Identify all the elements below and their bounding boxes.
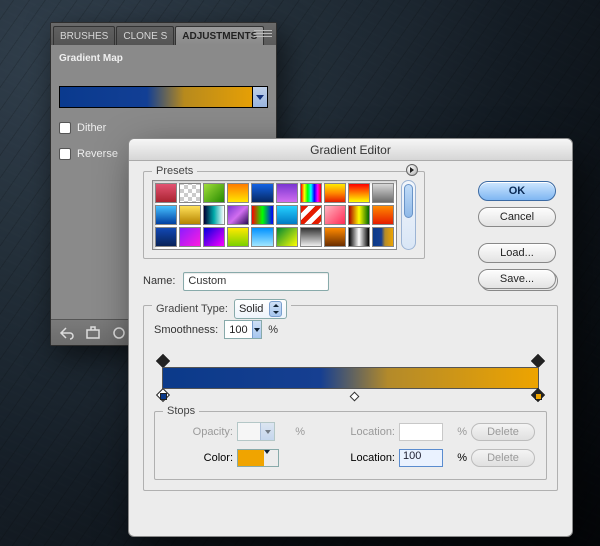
preset-scrollbar[interactable] <box>401 180 416 250</box>
preset-swatch[interactable] <box>300 205 322 225</box>
percent-label: % <box>295 426 309 438</box>
preset-swatch[interactable] <box>372 205 394 225</box>
preset-swatch[interactable] <box>324 227 346 247</box>
gradient-type-fieldset: Gradient Type: Solid Smoothness: 100 % <box>143 305 558 491</box>
preset-swatch[interactable] <box>348 183 370 203</box>
color-picker[interactable] <box>237 449 279 467</box>
percent-label: % <box>268 324 278 336</box>
smoothness-label: Smoothness: <box>154 324 218 336</box>
reverse-label: Reverse <box>77 148 118 160</box>
ok-button[interactable]: OK <box>478 181 556 201</box>
panel-menu-icon[interactable] <box>254 26 272 40</box>
preset-swatch[interactable] <box>227 227 249 247</box>
gradient-editor-dialog: Gradient Editor Presets OK Cancel Load..… <box>128 138 573 537</box>
stops-fieldset: Stops Opacity: % Location: % Delete Colo… <box>154 411 547 480</box>
delete-opacity-stop-button: Delete <box>471 423 535 441</box>
preset-grid <box>152 180 397 250</box>
color-location-input[interactable]: 100 <box>399 449 443 467</box>
preset-swatch[interactable] <box>251 183 273 203</box>
midpoint-icon[interactable] <box>349 392 359 402</box>
reverse-checkbox[interactable] <box>59 148 71 160</box>
gradient-bar[interactable] <box>154 357 547 401</box>
color-stop-selected[interactable] <box>533 390 543 402</box>
percent-label: % <box>457 452 471 464</box>
gradient-type-label: Gradient Type: <box>156 303 228 315</box>
opacity-location-input <box>399 423 443 441</box>
preset-swatch[interactable] <box>276 205 298 225</box>
opacity-input <box>237 422 275 441</box>
dither-checkbox[interactable] <box>59 122 71 134</box>
preset-swatch[interactable] <box>324 205 346 225</box>
color-stop[interactable] <box>158 390 168 402</box>
tab-clone-source[interactable]: CLONE S <box>116 26 174 45</box>
stops-legend: Stops <box>163 405 199 417</box>
preset-swatch[interactable] <box>179 183 201 203</box>
preset-swatch[interactable] <box>251 205 273 225</box>
dither-label: Dither <box>77 122 106 134</box>
preset-swatch[interactable] <box>227 183 249 203</box>
cancel-button[interactable]: Cancel <box>478 207 556 227</box>
chevron-down-icon[interactable] <box>264 450 278 466</box>
chevron-down-icon[interactable] <box>252 321 262 338</box>
preset-swatch[interactable] <box>276 183 298 203</box>
tab-adjustments[interactable]: ADJUSTMENTS <box>175 26 264 45</box>
opacity-location-label: Location: <box>339 426 399 438</box>
panel-tabs: BRUSHES CLONE S ADJUSTMENTS <box>51 23 276 45</box>
preset-swatch[interactable] <box>372 227 394 247</box>
preset-swatch[interactable] <box>372 183 394 203</box>
preset-swatch[interactable] <box>300 183 322 203</box>
smoothness-input[interactable]: 100 <box>224 320 262 339</box>
smoothness-value: 100 <box>225 324 251 336</box>
stepper-icon <box>269 301 282 317</box>
preset-swatch[interactable] <box>348 205 370 225</box>
preset-swatch[interactable] <box>179 205 201 225</box>
preset-swatch[interactable] <box>179 227 201 247</box>
preset-swatch[interactable] <box>348 227 370 247</box>
gradient-map-preview[interactable] <box>59 86 268 108</box>
opacity-label: Opacity: <box>167 426 237 438</box>
color-label: Color: <box>167 452 237 464</box>
preset-swatch[interactable] <box>300 227 322 247</box>
expand-icon[interactable] <box>85 325 101 341</box>
color-swatch <box>238 450 264 466</box>
clip-icon[interactable] <box>111 325 127 341</box>
preset-swatch[interactable] <box>203 205 225 225</box>
gradient-type-select[interactable]: Solid <box>234 299 287 319</box>
dialog-title: Gradient Editor <box>129 139 572 161</box>
percent-label: % <box>457 426 471 438</box>
color-location-label: Location: <box>339 452 399 464</box>
preset-swatch[interactable] <box>155 227 177 247</box>
presets-flyout-icon[interactable] <box>406 164 418 176</box>
gradient-dropdown-icon[interactable] <box>252 87 267 107</box>
preset-swatch[interactable] <box>324 183 346 203</box>
preset-swatch[interactable] <box>203 227 225 247</box>
presets-fieldset: Presets <box>143 171 425 259</box>
preset-swatch[interactable] <box>276 227 298 247</box>
preset-swatch[interactable] <box>227 205 249 225</box>
preset-swatch[interactable] <box>251 227 273 247</box>
delete-color-stop-button[interactable]: Delete <box>471 449 535 467</box>
load-button[interactable]: Load... <box>478 243 556 263</box>
presets-legend: Presets <box>152 165 197 177</box>
save-button[interactable]: Save... <box>478 269 556 289</box>
preset-swatch[interactable] <box>155 205 177 225</box>
tab-brushes[interactable]: BRUSHES <box>53 26 115 45</box>
preset-swatch[interactable] <box>155 183 177 203</box>
back-icon[interactable] <box>59 325 75 341</box>
name-input[interactable]: Custom <box>183 272 328 291</box>
gradient-type-value: Solid <box>239 303 263 315</box>
name-label: Name: <box>143 275 175 287</box>
preset-swatch[interactable] <box>203 183 225 203</box>
adjustment-title: Gradient Map <box>59 53 268 64</box>
